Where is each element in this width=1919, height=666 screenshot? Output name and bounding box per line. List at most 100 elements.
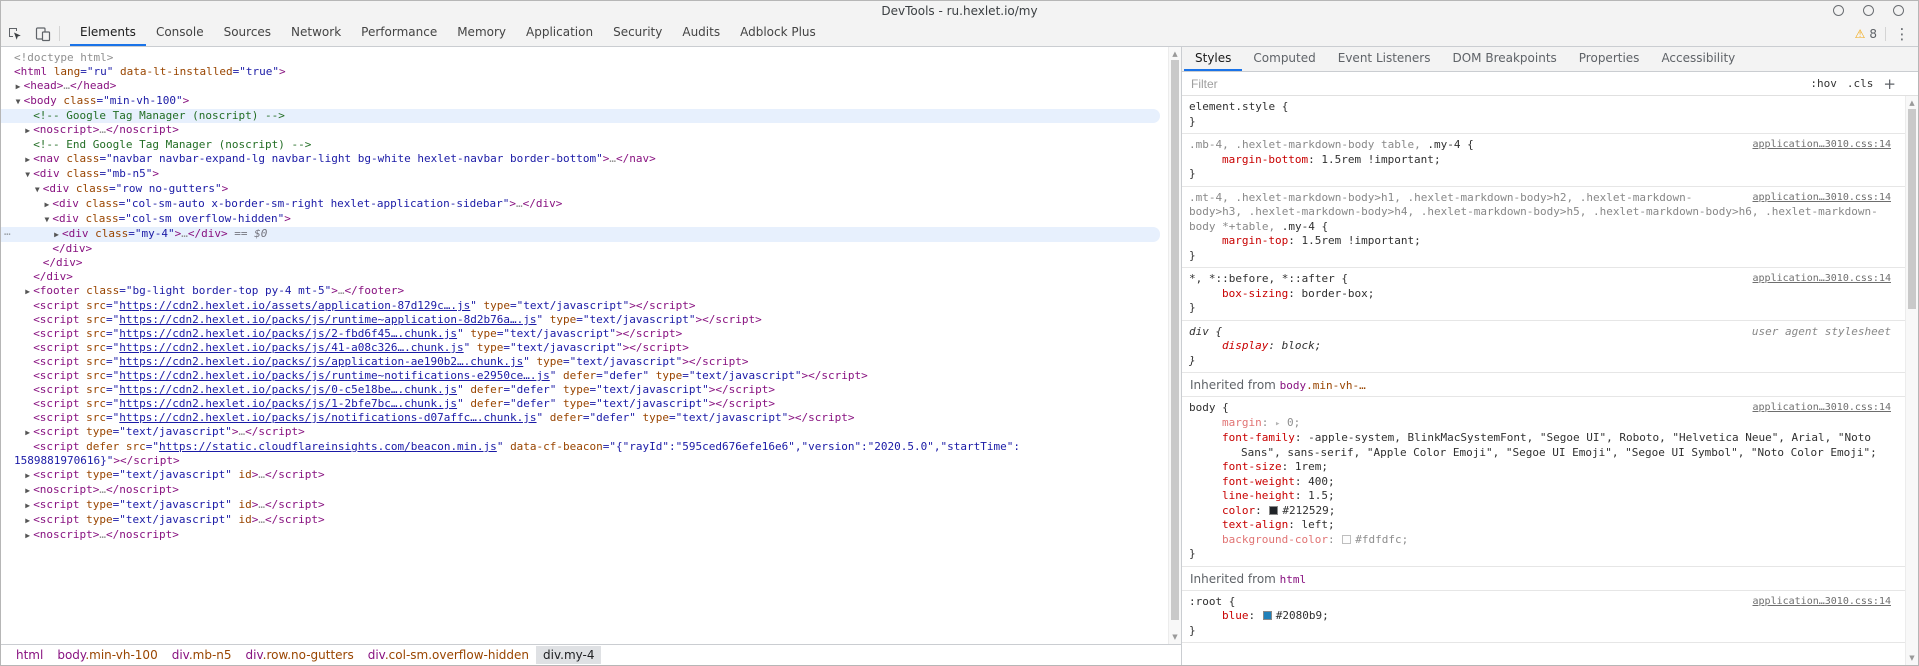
css-rule[interactable]: application…3010.css:14 body {margin: ▸ 0… — [1182, 397, 1905, 567]
toggle-element-state-button[interactable]: :hov — [1810, 77, 1837, 90]
breadcrumb-item-html[interactable]: html — [9, 646, 50, 664]
css-rule[interactable]: element.style {} — [1182, 96, 1905, 134]
expand-arrow-icon[interactable]: ▶ — [22, 514, 33, 528]
dom-tree-row[interactable]: <script src="https://cdn2.hexlet.io/pack… — [1, 383, 1168, 397]
expand-arrow-icon[interactable]: ▶ — [22, 499, 33, 513]
expand-arrow-icon[interactable]: ▶ — [41, 198, 52, 212]
resource-url-link[interactable]: https://cdn2.hexlet.io/packs/js/applicat… — [119, 355, 523, 368]
dom-tree-row[interactable]: <script src="https://cdn2.hexlet.io/pack… — [1, 313, 1168, 327]
dom-tree-row[interactable]: ▶ <div class="col-sm-auto x-border-sm-rig… — [1, 197, 1168, 212]
collapse-arrow-icon[interactable]: ▼ — [41, 213, 52, 227]
breadcrumb-item-div-my-4[interactable]: div.my-4 — [536, 646, 602, 664]
css-property[interactable]: margin-bottom: 1.5rem !important; — [1189, 153, 1897, 168]
tab-security[interactable]: Security — [603, 21, 672, 46]
resource-url-link[interactable]: https://cdn2.hexlet.io/packs/js/runtime~… — [119, 313, 536, 326]
color-swatch[interactable] — [1342, 534, 1352, 544]
dom-tree-row[interactable]: <script src="https://cdn2.hexlet.io/pack… — [1, 355, 1168, 369]
row-options-dots-icon[interactable]: … — [4, 225, 12, 239]
tab-console[interactable]: Console — [146, 21, 214, 46]
css-property[interactable]: margin: ▸ 0; — [1189, 416, 1897, 432]
dom-tree-row[interactable]: <!-- End Google Tag Manager (noscript) -… — [1, 138, 1168, 152]
tab-network[interactable]: Network — [281, 21, 351, 46]
scroll-up-icon[interactable]: ▲ — [1906, 97, 1918, 109]
dom-tree-row[interactable]: ▼ <div class="row no-gutters"> — [1, 182, 1168, 197]
css-source-link[interactable]: application…3010.css:14 — [1753, 272, 1891, 287]
css-property[interactable]: background-color: #fdfdfc; — [1189, 533, 1897, 548]
dom-tree-row[interactable]: </div> — [1, 256, 1168, 270]
breadcrumb-item-div-mb-n5[interactable]: div.mb-n5 — [165, 646, 239, 664]
dom-tree-row[interactable]: <script src="https://cdn2.hexlet.io/pack… — [1, 327, 1168, 341]
dom-tree-row[interactable]: ▶ <script type="text/javascript">…</scrip… — [1, 425, 1168, 440]
tab-performance[interactable]: Performance — [351, 21, 447, 46]
tab-application[interactable]: Application — [516, 21, 603, 46]
dom-tree-row[interactable]: ▶ <script type="text/javascript" id>…</sc… — [1, 513, 1168, 528]
dom-tree-row[interactable]: ▶ <script type="text/javascript" id>…</sc… — [1, 468, 1168, 483]
element-classes-button[interactable]: .cls — [1847, 77, 1874, 90]
css-source-link[interactable]: application…3010.css:14 — [1753, 401, 1891, 416]
sidebar-tab-event-listeners[interactable]: Event Listeners — [1327, 47, 1442, 71]
breadcrumb-item-div-row-no-gutters[interactable]: div.row.no-gutters — [239, 646, 361, 664]
dom-tree-row[interactable]: <!-- Google Tag Manager (noscript) --> — [1, 109, 1160, 123]
breadcrumb-item-div-col-sm-overflow-hidden[interactable]: div.col-sm.overflow-hidden — [361, 646, 536, 664]
css-source-link[interactable]: application…3010.css:14 — [1753, 191, 1891, 206]
css-property[interactable]: blue: #2080b9; — [1189, 609, 1897, 624]
tab-sources[interactable]: Sources — [214, 21, 281, 46]
resource-url-link[interactable]: https://cdn2.hexlet.io/packs/js/notifica… — [119, 411, 536, 424]
css-property[interactable]: display: block; — [1189, 339, 1897, 354]
window-minimize-button[interactable] — [1833, 5, 1844, 16]
device-toolbar-button[interactable] — [29, 21, 57, 46]
new-style-rule-button[interactable]: + — [1883, 76, 1896, 91]
tab-adblock-plus[interactable]: Adblock Plus — [730, 21, 826, 46]
styles-scrollbar-thumb[interactable] — [1908, 109, 1916, 309]
dom-tree-row[interactable]: <html lang="ru" data-lt-installed="true"… — [1, 65, 1168, 79]
window-close-button[interactable] — [1893, 5, 1904, 16]
resource-url-link[interactable]: https://static.cloudflareinsights.com/be… — [159, 440, 497, 453]
expand-arrow-icon[interactable]: ▶ — [22, 469, 33, 483]
css-rule[interactable]: application…3010.css:14 .mb-4, .hexlet-ma… — [1182, 134, 1905, 187]
inherited-node-link[interactable]: body.min-vh-… — [1280, 379, 1366, 392]
scroll-down-icon[interactable]: ▼ — [1906, 652, 1918, 664]
sidebar-tab-computed[interactable]: Computed — [1242, 47, 1326, 71]
collapse-arrow-icon[interactable]: ▼ — [13, 95, 24, 109]
dom-tree-row[interactable]: <script src="https://cdn2.hexlet.io/pack… — [1, 341, 1168, 355]
shorthand-expand-icon[interactable]: ▸ — [1275, 419, 1280, 429]
dom-tree-row[interactable]: <script src="https://cdn2.hexlet.io/pack… — [1, 411, 1168, 425]
tab-memory[interactable]: Memory — [447, 21, 516, 46]
dom-tree-row[interactable]: ▶ <script type="text/javascript" id>…</sc… — [1, 498, 1168, 513]
sidebar-tab-dom-breakpoints[interactable]: DOM Breakpoints — [1441, 47, 1567, 71]
dom-tree-row[interactable]: … ▶ <div class="my-4">…</div> == $0 — [1, 225, 1160, 242]
dom-tree-row[interactable]: ▶ <head>…</head> — [1, 79, 1168, 94]
dom-tree-row[interactable]: ▶ <nav class="navbar navbar-expand-lg nav… — [1, 152, 1168, 167]
sidebar-tab-styles[interactable]: Styles — [1184, 47, 1243, 71]
dom-tree-row[interactable]: <script src="https://cdn2.hexlet.io/pack… — [1, 369, 1168, 383]
dom-tree-row[interactable]: ▼ <div class="col-sm overflow-hidden"> — [1, 212, 1168, 227]
inspect-element-button[interactable] — [1, 21, 29, 46]
breadcrumb-item-body-min-vh-100[interactable]: body.min-vh-100 — [50, 646, 164, 664]
elements-scrollbar[interactable]: ▲ ▼ — [1168, 47, 1181, 644]
css-rule[interactable]: user agent stylesheet div {display: block… — [1182, 321, 1905, 373]
window-maximize-button[interactable] — [1863, 5, 1874, 16]
expand-arrow-icon[interactable]: ▶ — [22, 285, 33, 299]
css-rule[interactable]: application…3010.css:14:root {blue: #208… — [1182, 591, 1905, 643]
dom-tree-row[interactable]: ▶ <footer class="bg-light border-top py-4… — [1, 284, 1168, 299]
dom-tree-row[interactable]: ▶ <noscript>…</noscript> — [1, 123, 1168, 138]
css-rule[interactable]: application…3010.css:14 *, *::before, *::… — [1182, 268, 1905, 321]
scroll-down-icon[interactable]: ▼ — [1169, 631, 1181, 643]
expand-arrow-icon[interactable]: ▶ — [22, 426, 33, 440]
resource-url-link[interactable]: https://cdn2.hexlet.io/packs/js/runtime~… — [119, 369, 549, 382]
css-property[interactable]: font-weight: 400; — [1189, 475, 1897, 490]
dom-tree-row[interactable]: <script src="https://cdn2.hexlet.io/asse… — [1, 299, 1168, 313]
expand-arrow-icon[interactable]: ▶ — [22, 124, 33, 138]
expand-arrow-icon[interactable]: ▶ — [13, 80, 24, 94]
expand-arrow-icon[interactable]: ▶ — [22, 484, 33, 498]
dom-tree-row[interactable]: <!doctype html> — [1, 51, 1168, 65]
console-warnings-badge[interactable]: ⚠ 8 — [1855, 27, 1877, 41]
dom-tree-row[interactable]: ▼ <div class="mb-n5"> — [1, 167, 1168, 182]
css-source-link[interactable]: application…3010.css:14 — [1753, 138, 1891, 153]
styles-scrollbar[interactable]: ▲ ▼ — [1905, 96, 1918, 665]
dom-tree-row[interactable]: <script src="https://cdn2.hexlet.io/pack… — [1, 397, 1168, 411]
expand-arrow-icon[interactable]: ▶ — [22, 529, 33, 543]
sidebar-tab-accessibility[interactable]: Accessibility — [1650, 47, 1746, 71]
dom-tree-row[interactable]: </div> — [1, 242, 1168, 256]
dom-tree-row[interactable]: </div> — [1, 270, 1168, 284]
